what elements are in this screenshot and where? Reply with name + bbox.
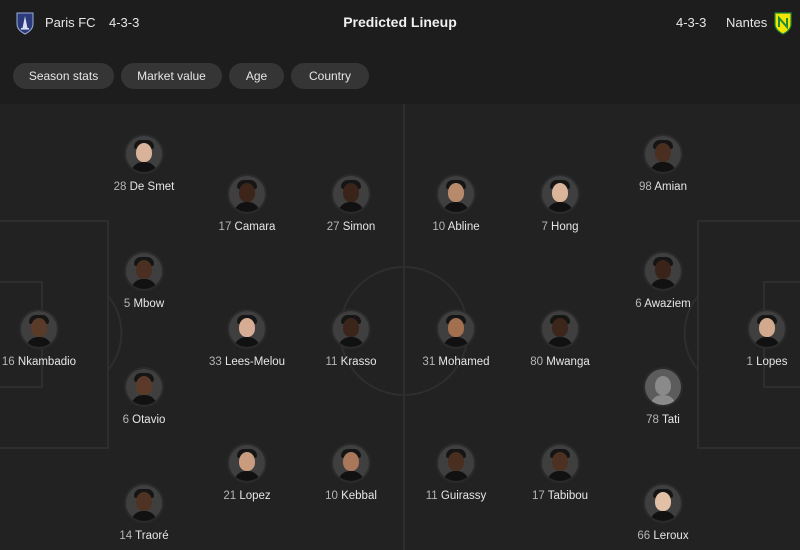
tab-country[interactable]: Country <box>291 63 369 89</box>
player-name: Mbow <box>133 298 165 310</box>
player-avatar <box>542 311 578 347</box>
player-name: Hong <box>551 221 579 233</box>
player-avatar <box>333 176 369 212</box>
player-name: Kebbal <box>341 490 377 502</box>
player-name: Guirassy <box>440 490 487 502</box>
player-avatar <box>542 445 578 481</box>
player-number: 33 <box>208 356 222 368</box>
player-avatar <box>229 445 265 481</box>
player-number: 5 <box>123 298 131 310</box>
player-number: 7 <box>541 221 548 233</box>
player-avatar <box>126 136 162 172</box>
player-number: 27 <box>326 221 340 233</box>
player-avatar <box>438 445 474 481</box>
player-name: Awaziem <box>644 298 691 310</box>
player-number: 98 <box>639 181 652 193</box>
player-number: 14 <box>119 530 133 542</box>
tab-age[interactable]: Age <box>229 63 284 89</box>
player-number: 6 <box>122 414 129 426</box>
player-number: 6 <box>635 298 642 310</box>
player-name: Tabibou <box>547 490 589 502</box>
player-avatar <box>333 311 369 347</box>
player-avatar <box>126 485 162 521</box>
tab-market-value[interactable]: Market value <box>121 63 222 89</box>
tab-season-stats[interactable]: Season stats <box>13 63 114 89</box>
player-name: Amian <box>654 181 687 193</box>
player-avatar <box>438 311 474 347</box>
player-avatar <box>229 311 265 347</box>
nantes-crest-icon[interactable] <box>773 11 793 35</box>
player-number: 11 <box>325 356 338 368</box>
player-number: 16 <box>1 356 15 368</box>
player-avatar <box>645 485 681 521</box>
player-avatar <box>126 369 162 405</box>
lineup-header: Paris FC 4-3-3 Predicted Lineup 4-3-3 Na… <box>0 0 800 46</box>
player-placeholder-icon <box>645 369 681 405</box>
player-number: 80 <box>530 356 544 368</box>
player-name: Otavio <box>132 414 166 426</box>
away-team-name[interactable]: Nantes <box>726 15 767 30</box>
player-name: Lopes <box>756 356 788 368</box>
away-formation: 4-3-3 <box>676 15 707 30</box>
player-name: Lopez <box>239 490 271 502</box>
player-avatar <box>126 253 162 289</box>
player-avatar <box>749 311 785 347</box>
player-name: Traoré <box>135 530 169 542</box>
player-name: De Smet <box>129 181 175 193</box>
player-name: Nkambadio <box>17 356 77 368</box>
player-avatar <box>333 445 369 481</box>
player-avatar <box>645 136 681 172</box>
player-name: Krasso <box>340 356 377 368</box>
player-name: Mwanga <box>546 356 590 368</box>
player-number: 17 <box>531 490 545 502</box>
player-number: 10 <box>325 490 338 502</box>
player-number: 21 <box>223 490 237 502</box>
player-number: 66 <box>637 530 651 542</box>
player-number: 28 <box>113 181 127 193</box>
player-name: Leroux <box>653 530 689 542</box>
player-name: Tati <box>661 414 680 426</box>
stat-filter-tabs: Season stats Market value Age Country <box>0 46 800 104</box>
player-avatar <box>542 176 578 212</box>
player-name: Simon <box>342 221 376 233</box>
player-number: 17 <box>218 221 232 233</box>
player-number: 1 <box>746 356 753 368</box>
player-avatar <box>21 311 57 347</box>
player-number: 10 <box>432 221 446 233</box>
player-number: 78 <box>646 414 659 426</box>
player-avatar <box>645 253 681 289</box>
player-number: 31 <box>422 356 436 368</box>
pitch-markings <box>0 104 800 550</box>
player-name: Lees-Melou <box>224 356 286 368</box>
player-avatar <box>229 176 265 212</box>
player-name: Mohamed <box>438 356 490 368</box>
player-name: Abline <box>447 221 480 233</box>
pitch: 16 Nkambadio 28 De Smet 5 Mbow 6 Otavio … <box>0 104 800 550</box>
player-name: Camara <box>234 221 276 233</box>
player-avatar <box>438 176 474 212</box>
player-number: 11 <box>425 490 438 502</box>
